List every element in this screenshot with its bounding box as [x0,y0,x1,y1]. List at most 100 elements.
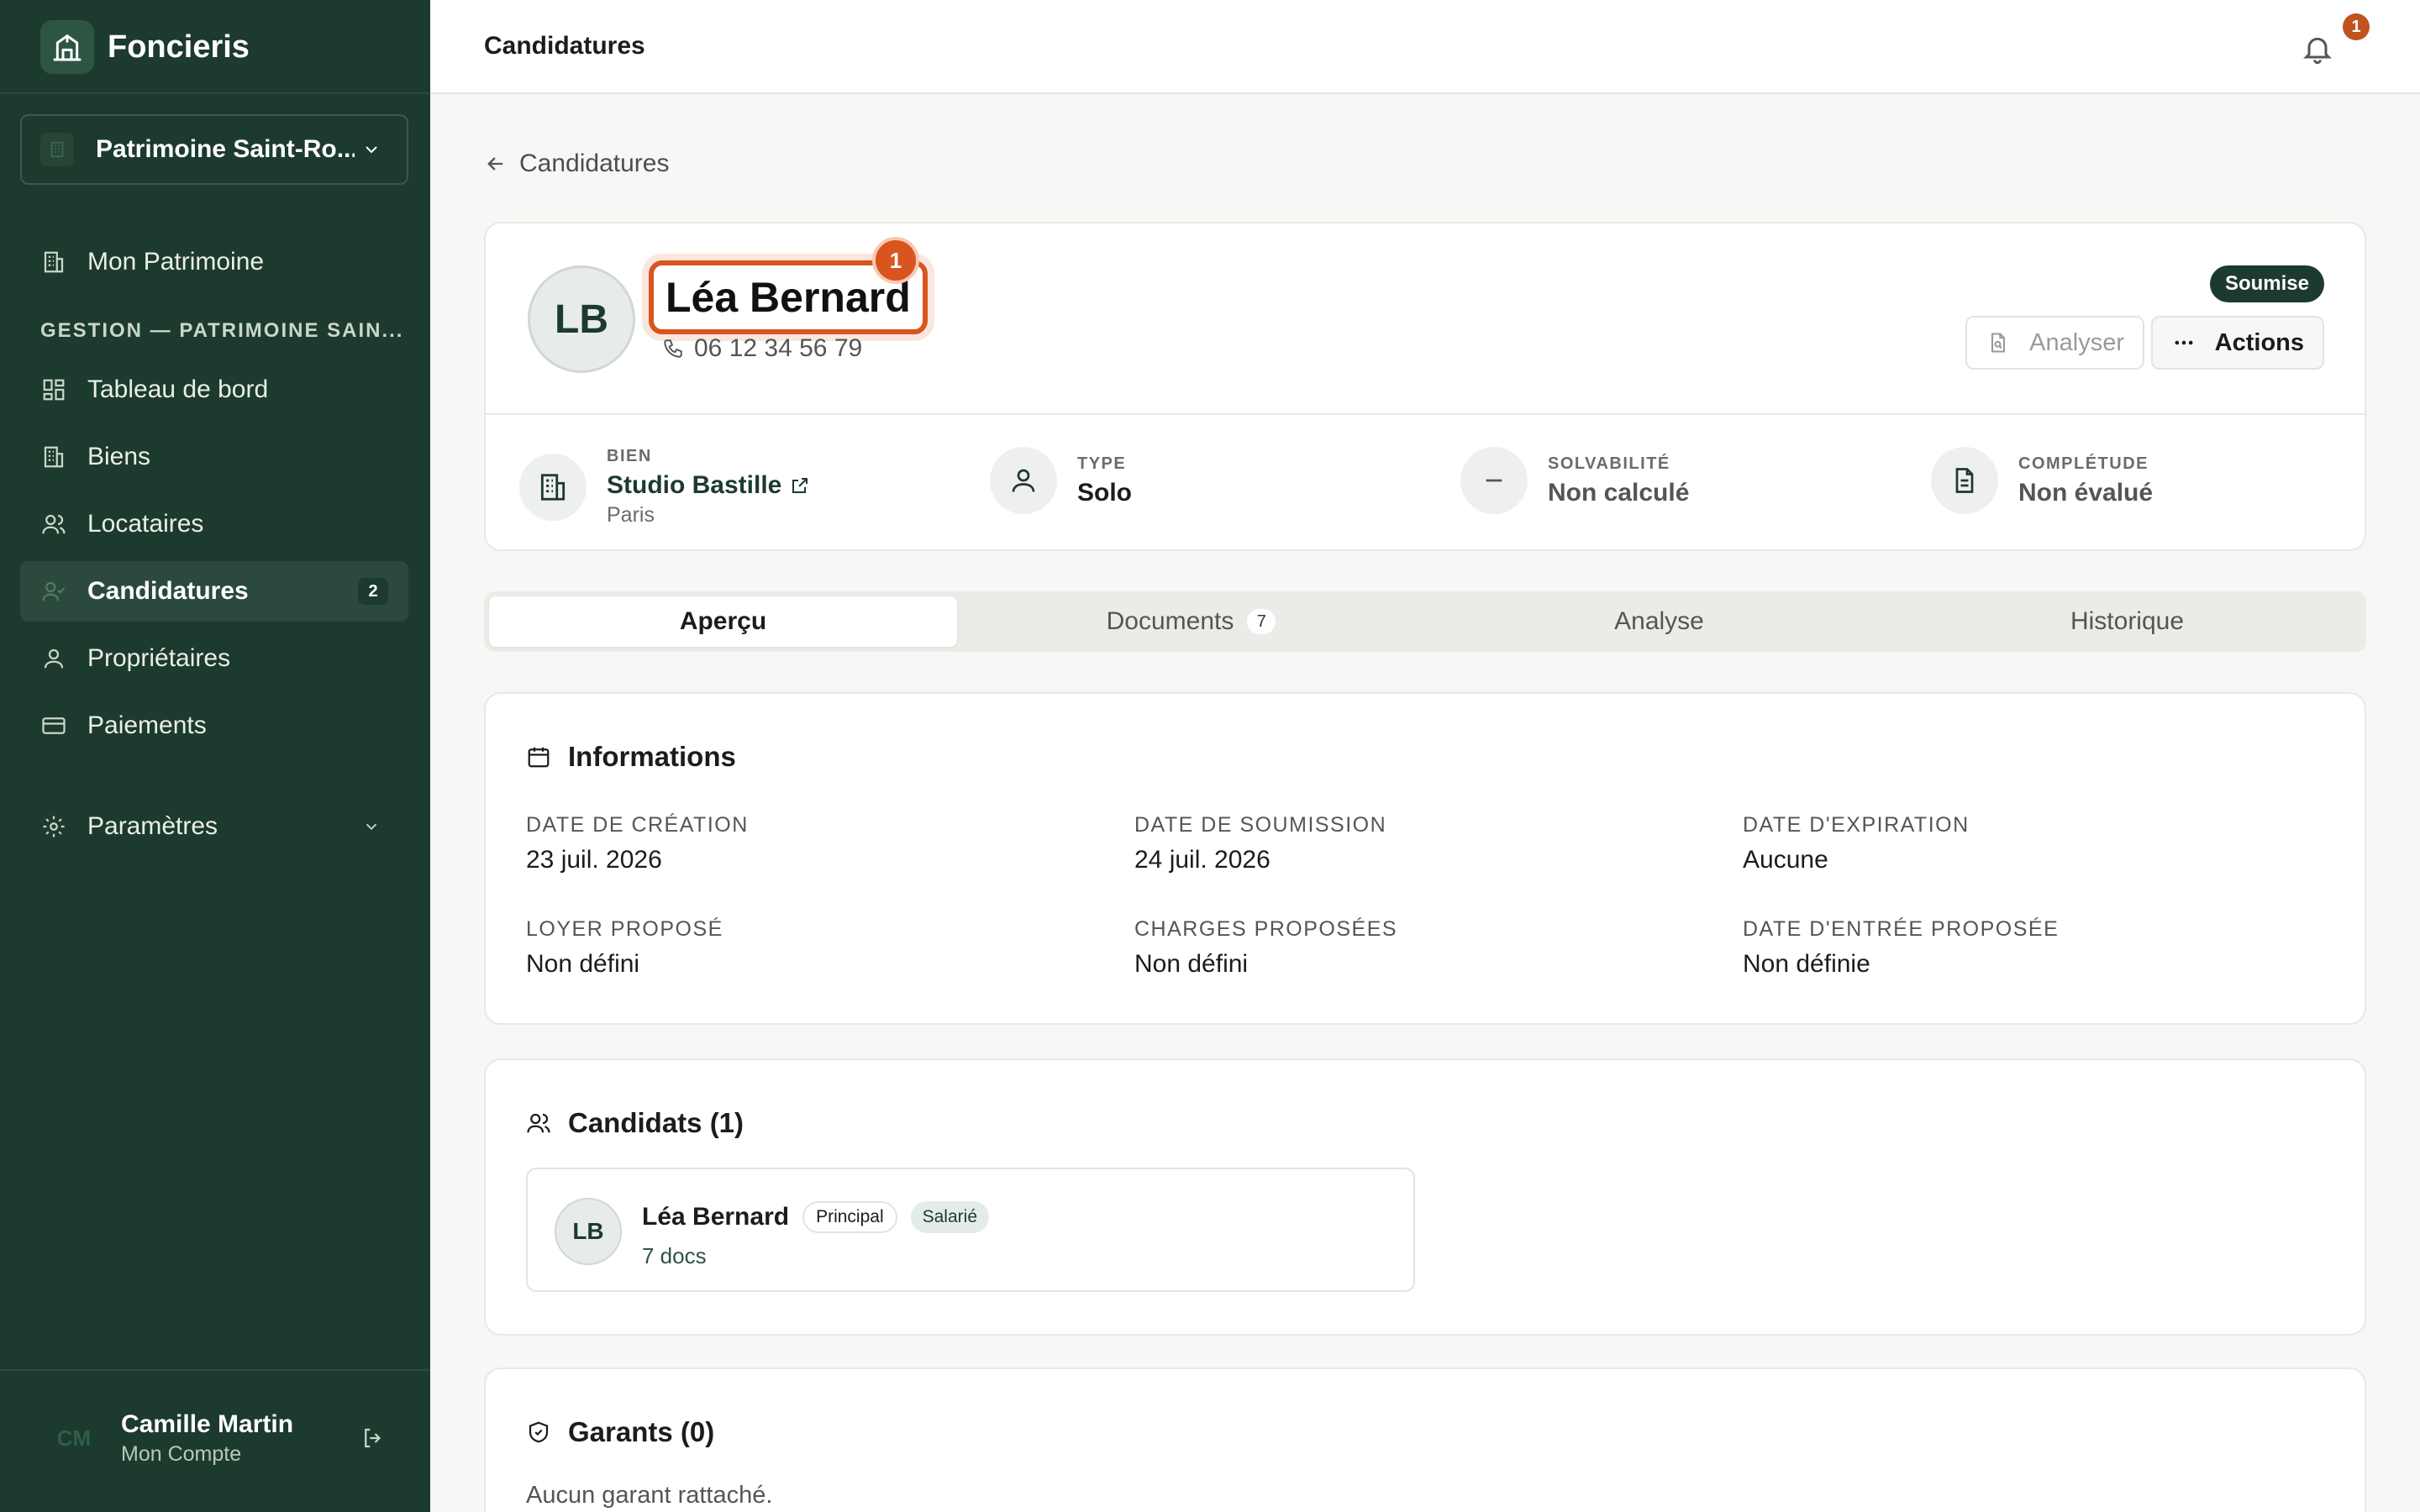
role-badge: Principal [802,1201,897,1233]
applicant-phone: 06 12 34 56 79 [662,334,862,363]
count-badge: 7 [1247,609,1276,634]
calendar-icon [526,743,553,770]
field-label: DATE D'EXPIRATION [1743,813,1970,837]
field-date-soumission: DATE DE SOUMISSION 24 juil. 2026 [1134,813,1386,874]
stat-label: TYPE [1077,454,1127,473]
candidats-card: Candidats (1) LB Léa Bernard Principal S… [484,1058,2366,1336]
user-icon [40,645,67,672]
status-badge: Soumise [2209,265,2324,302]
tab-bar: Aperçu Documents 7 Analyse Historique [484,591,2366,652]
tab-label: Aperçu [679,607,767,635]
divider [486,413,2365,415]
chevron-down-icon [355,810,388,843]
stat-value: Non calculé [1548,478,1690,507]
sidebar-item-label: Mon Patrimoine [87,248,265,276]
tab-label: Historique [2070,607,2185,635]
applicant-header-card: LB Léa Bernard 1 06 12 34 56 79 Soumise … [484,222,2366,551]
field-value: Non défini [526,950,640,978]
field-label: DATE DE SOUMISSION [1134,813,1387,837]
property-city: Paris [607,503,655,527]
document-icon [1931,447,1998,514]
avatar: LB [555,1198,622,1265]
users-icon [526,1110,553,1137]
section-title: Garants (0) [526,1416,714,1448]
field-label: DATE DE CRÉATION [526,813,749,837]
sidebar-item-candidatures[interactable]: Candidatures 2 [20,561,408,622]
building-logo-icon [40,20,94,74]
phone-number: 06 12 34 56 79 [694,334,863,362]
field-loyer: LOYER PROPOSÉ Non défini [526,917,723,979]
more-horizontal-icon [2171,330,2196,355]
tab-historique[interactable]: Historique [1893,596,2361,647]
sidebar: Foncieris Patrimoine Saint-Ro... Mon Pat… [0,0,430,1512]
dashboard-icon [40,376,67,403]
field-value: Aucune [1743,846,1828,874]
document-search-icon [1986,330,2011,355]
avatar: CM [40,1404,108,1472]
building-icon [40,249,67,276]
sidebar-item-label: Paiements [87,711,207,739]
actions-label: Actions [2214,328,2304,356]
tab-documents[interactable]: Documents 7 [957,596,1425,647]
avatar: LB [528,265,635,373]
external-link-icon [790,475,810,496]
stat-label: BIEN [607,447,652,465]
page-title: Candidatures [484,32,645,60]
count-badge: 2 [358,578,388,605]
field-label: CHARGES PROPOSÉES [1134,917,1398,941]
sidebar-item-proprietaires[interactable]: Propriétaires [20,628,408,689]
analyze-button[interactable]: Analyser [1965,316,2144,370]
divider [0,1369,430,1371]
notification-badge: 1 [2343,13,2370,40]
shield-icon [526,1419,553,1446]
stat-value: Non évalué [2018,478,2154,507]
organization-selector[interactable]: Patrimoine Saint-Ro... [20,114,408,185]
field-date-expiration: DATE D'EXPIRATION Aucune [1743,813,1970,874]
field-value: 23 juil. 2026 [526,846,662,874]
app-name: Foncieris [108,29,250,65]
app-logo[interactable]: Foncieris [40,20,250,74]
tab-analyse[interactable]: Analyse [1425,596,1893,647]
stat-type: TYPE Solo [990,447,1132,514]
user-account[interactable]: CM Camille Martin Mon Compte [40,1404,390,1472]
tab-apercu[interactable]: Aperçu [489,596,957,647]
section-title: Candidats (1) [526,1107,744,1139]
back-link[interactable]: Candidatures [484,150,669,178]
sidebar-item-label: Propriétaires [87,644,231,672]
analyze-label: Analyser [2029,328,2124,356]
sidebar-item-biens[interactable]: Biens [20,427,408,487]
tab-label: Analyse [1614,607,1704,635]
field-charges: CHARGES PROPOSÉES Non défini [1134,917,1397,979]
sidebar-item-mon-patrimoine[interactable]: Mon Patrimoine [20,232,408,292]
stat-solvabilite: SOLVABILITÉ Non calculé [1460,447,1689,514]
property-link[interactable]: Studio Bastille [607,471,810,500]
property-name: Studio Bastille [607,471,782,499]
stat-label: SOLVABILITÉ [1548,454,1670,473]
sidebar-item-parametres[interactable]: Paramètres [20,796,408,857]
sidebar-item-paiements[interactable]: Paiements [20,696,408,756]
back-link-label: Candidatures [519,150,670,177]
field-value: Non définie [1743,950,1870,978]
stat-value: Solo [1077,478,1132,507]
bell-icon[interactable] [2294,25,2341,72]
building-icon [40,133,74,166]
actions-button[interactable]: Actions [2150,316,2324,370]
section-title: Informations [526,741,736,773]
building-icon [519,454,587,521]
sidebar-item-tableau-de-bord[interactable]: Tableau de bord [20,360,408,420]
field-date-entree: DATE D'ENTRÉE PROPOSÉE Non définie [1743,917,2059,979]
annotation-marker: 1 [872,237,919,284]
stat-bien: BIEN Studio Bastille Paris [519,447,810,528]
employment-badge: Salarié [910,1201,989,1233]
field-date-creation: DATE DE CRÉATION 23 juil. 2026 [526,813,749,874]
stat-completude: COMPLÉTUDE Non évalué [1931,447,2153,514]
candidate-item[interactable]: LB Léa Bernard Principal Salarié 7 docs [526,1168,1415,1292]
chevron-down-icon [355,133,388,166]
candidate-docs-count: 7 docs [642,1243,707,1268]
sidebar-item-label: Locataires [87,510,204,538]
section-title-label: Informations [568,741,736,772]
organization-label: Patrimoine Saint-Ro... [96,135,355,163]
sidebar-item-locataires[interactable]: Locataires [20,494,408,554]
logout-icon[interactable] [356,1421,390,1455]
user-subtitle: Mon Compte [121,1441,242,1466]
